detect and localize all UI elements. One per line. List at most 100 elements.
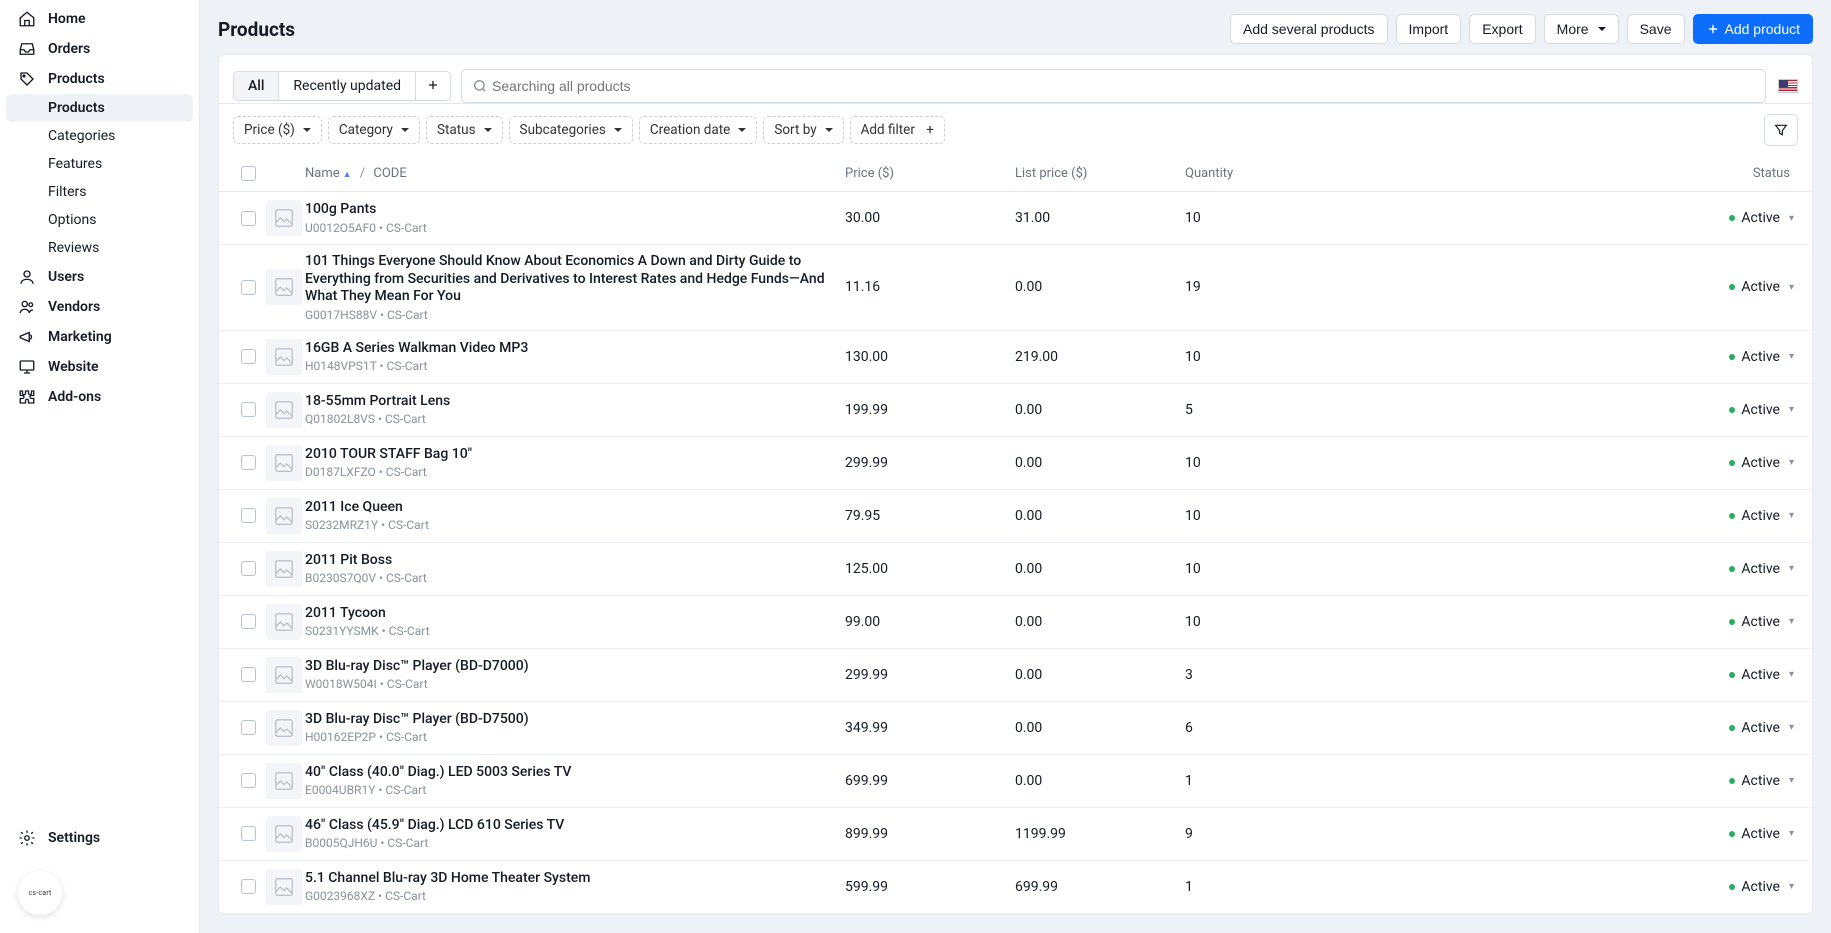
add-product-button[interactable]: Add product: [1693, 14, 1814, 44]
sidebar-item-users[interactable]: Users: [0, 262, 199, 292]
product-thumbnail[interactable]: [266, 816, 302, 852]
sidebar-item-marketing[interactable]: Marketing: [0, 322, 199, 352]
add-several-button[interactable]: Add several products: [1230, 14, 1388, 44]
sidebar-item-features[interactable]: Features: [0, 150, 199, 178]
cell-list-price[interactable]: 699.99: [1015, 879, 1185, 895]
product-thumbnail[interactable]: [266, 498, 302, 534]
cell-price[interactable]: 130.00: [845, 349, 1015, 365]
table-row[interactable]: 2010 TOUR STAFF Bag 10" D0187LXFZO • CS-…: [219, 437, 1812, 490]
table-row[interactable]: 16GB A Series Walkman Video MP3 H0148VPS…: [219, 331, 1812, 384]
cell-quantity[interactable]: 19: [1185, 279, 1355, 295]
product-name[interactable]: 2011 Ice Queen: [305, 499, 845, 517]
table-row[interactable]: 46" Class (45.9" Diag.) LCD 610 Series T…: [219, 808, 1812, 861]
product-thumbnail[interactable]: [266, 604, 302, 640]
filter-toggle-button[interactable]: [1764, 114, 1798, 146]
sidebar-item-filters[interactable]: Filters: [0, 178, 199, 206]
cell-quantity[interactable]: 1: [1185, 773, 1355, 789]
save-button[interactable]: Save: [1627, 14, 1685, 44]
cell-list-price[interactable]: 31.00: [1015, 210, 1185, 226]
cell-list-price[interactable]: 0.00: [1015, 773, 1185, 789]
product-name[interactable]: 16GB A Series Walkman Video MP3: [305, 340, 845, 358]
cell-price[interactable]: 299.99: [845, 667, 1015, 683]
cell-quantity[interactable]: 10: [1185, 210, 1355, 226]
sidebar-item-reviews[interactable]: Reviews: [0, 234, 199, 262]
status-dropdown[interactable]: Active ▾: [1729, 667, 1794, 683]
sidebar-item-website[interactable]: Website: [0, 352, 199, 382]
cell-price[interactable]: 99.00: [845, 614, 1015, 630]
product-thumbnail[interactable]: [266, 445, 302, 481]
tab-add-button[interactable]: [416, 72, 450, 100]
table-row[interactable]: 5.1 Channel Blu-ray 3D Home Theater Syst…: [219, 861, 1812, 914]
filter-category[interactable]: Category: [328, 116, 420, 144]
status-dropdown[interactable]: Active ▾: [1729, 279, 1794, 295]
filter-add[interactable]: Add filter +: [850, 116, 945, 144]
table-row[interactable]: 101 Things Everyone Should Know About Ec…: [219, 245, 1812, 331]
col-quantity[interactable]: Quantity: [1185, 166, 1355, 181]
product-thumbnail[interactable]: [266, 392, 302, 428]
cell-list-price[interactable]: 0.00: [1015, 614, 1185, 630]
filter-subcategories[interactable]: Subcategories: [509, 116, 633, 144]
sidebar-item-products-products[interactable]: Products: [6, 94, 193, 122]
col-status[interactable]: Status: [1355, 166, 1798, 181]
filter-sort-by[interactable]: Sort by: [763, 116, 843, 144]
cell-price[interactable]: 349.99: [845, 720, 1015, 736]
sidebar-item-home[interactable]: Home: [0, 4, 199, 34]
row-checkbox[interactable]: [241, 280, 256, 295]
cell-price[interactable]: 11.16: [845, 279, 1015, 295]
row-checkbox[interactable]: [241, 614, 256, 629]
status-dropdown[interactable]: Active ▾: [1729, 210, 1794, 226]
product-thumbnail[interactable]: [266, 200, 302, 236]
status-dropdown[interactable]: Active ▾: [1729, 773, 1794, 789]
cell-list-price[interactable]: 1199.99: [1015, 826, 1185, 842]
product-name[interactable]: 2011 Pit Boss: [305, 552, 845, 570]
import-button[interactable]: Import: [1396, 14, 1462, 44]
sidebar-item-products[interactable]: Products: [0, 64, 199, 94]
cell-quantity[interactable]: 10: [1185, 614, 1355, 630]
cell-quantity[interactable]: 5: [1185, 402, 1355, 418]
row-checkbox[interactable]: [241, 826, 256, 841]
sidebar-item-settings[interactable]: Settings: [0, 823, 199, 853]
cell-list-price[interactable]: 0.00: [1015, 402, 1185, 418]
product-thumbnail[interactable]: [266, 710, 302, 746]
col-name[interactable]: Name▲: [305, 166, 352, 181]
table-row[interactable]: 2011 Pit Boss B0230S7Q0V • CS-Cart 125.0…: [219, 543, 1812, 596]
status-dropdown[interactable]: Active ▾: [1729, 508, 1794, 524]
export-button[interactable]: Export: [1469, 14, 1535, 44]
cell-list-price[interactable]: 0.00: [1015, 561, 1185, 577]
cell-list-price[interactable]: 219.00: [1015, 349, 1185, 365]
filter-creation-date[interactable]: Creation date: [639, 116, 757, 144]
product-thumbnail[interactable]: [266, 269, 302, 305]
product-name[interactable]: 3D Blu-ray Disc™ Player (BD-D7500): [305, 711, 845, 729]
row-checkbox[interactable]: [241, 211, 256, 226]
product-thumbnail[interactable]: [266, 339, 302, 375]
tab-recently-updated[interactable]: Recently updated: [279, 72, 416, 100]
search-input[interactable]: [488, 72, 1755, 100]
select-all-checkbox[interactable]: [241, 166, 256, 181]
cell-price[interactable]: 299.99: [845, 455, 1015, 471]
table-row[interactable]: 100g Pants U0012O5AF0 • CS-Cart 30.00 31…: [219, 192, 1812, 245]
row-checkbox[interactable]: [241, 402, 256, 417]
cell-quantity[interactable]: 10: [1185, 455, 1355, 471]
more-button[interactable]: More: [1544, 14, 1619, 44]
sidebar-item-addons[interactable]: Add-ons: [0, 382, 199, 412]
row-checkbox[interactable]: [241, 879, 256, 894]
cell-price[interactable]: 125.00: [845, 561, 1015, 577]
cell-price[interactable]: 30.00: [845, 210, 1015, 226]
col-code[interactable]: CODE: [373, 166, 406, 181]
cell-list-price[interactable]: 0.00: [1015, 279, 1185, 295]
sidebar-item-categories[interactable]: Categories: [0, 122, 199, 150]
cell-quantity[interactable]: 10: [1185, 561, 1355, 577]
product-name[interactable]: 100g Pants: [305, 201, 845, 219]
product-thumbnail[interactable]: [266, 869, 302, 905]
cell-list-price[interactable]: 0.00: [1015, 720, 1185, 736]
filter-status[interactable]: Status: [426, 116, 503, 144]
row-checkbox[interactable]: [241, 773, 256, 788]
row-checkbox[interactable]: [241, 667, 256, 682]
status-dropdown[interactable]: Active ▾: [1729, 561, 1794, 577]
product-name[interactable]: 3D Blu-ray Disc™ Player (BD-D7000): [305, 658, 845, 676]
product-name[interactable]: 2010 TOUR STAFF Bag 10": [305, 446, 845, 464]
tab-all[interactable]: All: [234, 72, 279, 100]
product-name[interactable]: 2011 Tycoon: [305, 605, 845, 623]
status-dropdown[interactable]: Active ▾: [1729, 614, 1794, 630]
status-dropdown[interactable]: Active ▾: [1729, 720, 1794, 736]
